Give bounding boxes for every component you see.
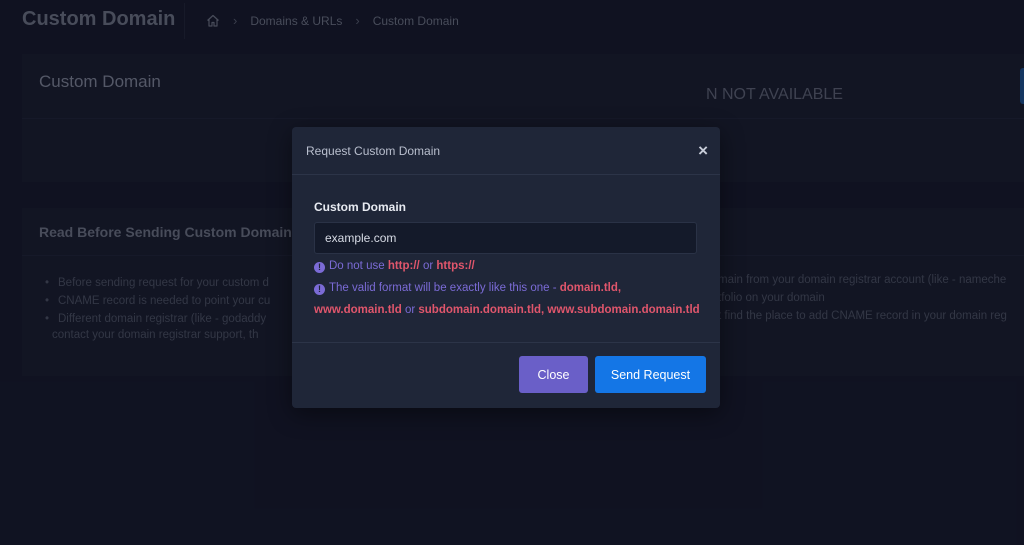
close-button[interactable]: Close [519,356,588,393]
hint-example: www.domain.tld [314,304,402,316]
hint-http: http:// [387,260,420,272]
hint-or: or [401,304,419,316]
hint-format-continued: www.domain.tld or subdomain.domain.tld, … [314,304,700,316]
modal-footer-divider [292,342,720,343]
hint-text: The valid format will be exactly like th… [329,282,560,294]
hint-format: ! The valid format will be exactly like t… [314,282,621,295]
custom-domain-label: Custom Domain [314,200,407,214]
hint-text: Do not use [329,260,388,272]
custom-domain-input[interactable] [314,222,697,254]
hint-example: domain.tld, [559,282,622,294]
modal-header: Request Custom Domain × [292,127,720,175]
info-icon: ! [314,262,325,273]
hint-https: https:// [436,260,475,272]
hint-protocol: ! Do not use http:// or https:// [314,260,475,273]
request-custom-domain-modal: Request Custom Domain × Custom Domain ! D… [292,127,720,408]
send-request-button[interactable]: Send Request [595,356,706,393]
info-icon: ! [314,284,325,295]
hint-example: subdomain.domain.tld, www.subdomain.doma… [418,304,700,316]
close-icon[interactable]: × [698,141,708,161]
modal-title: Request Custom Domain [306,144,441,158]
hint-or: or [419,260,437,272]
